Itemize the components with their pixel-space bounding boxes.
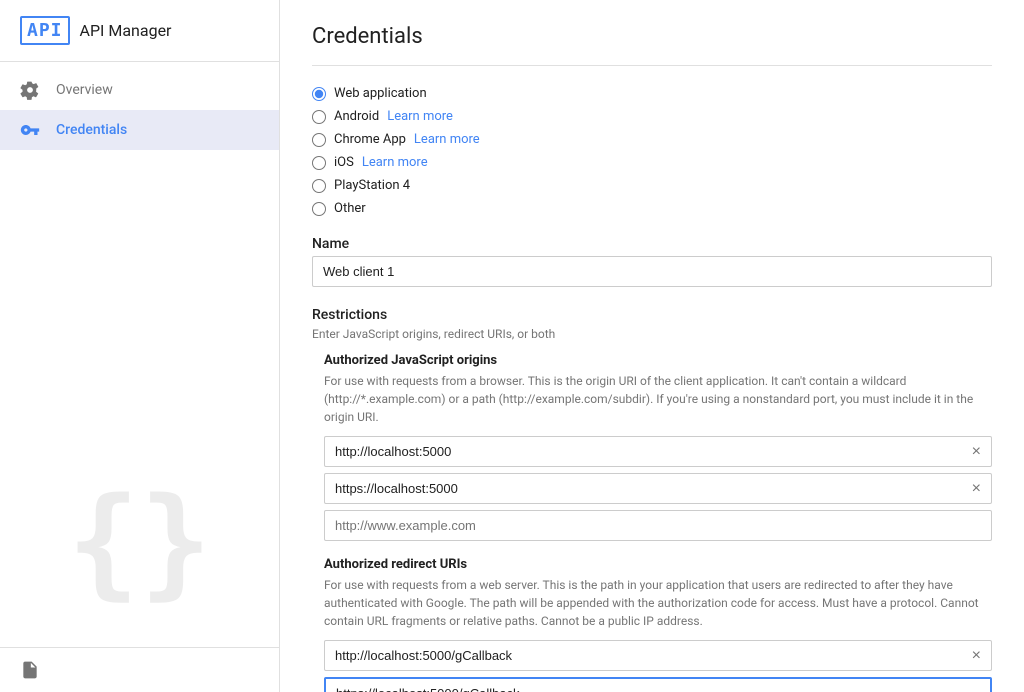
redirect-uri-active-input[interactable] xyxy=(326,679,990,692)
js-origins-subsection: Authorized JavaScript origins For use wi… xyxy=(312,353,992,541)
restrictions-label: Restrictions xyxy=(312,307,992,323)
js-origins-desc: For use with requests from a browser. Th… xyxy=(324,372,992,426)
js-origin-remove-1[interactable]: × xyxy=(962,477,991,501)
web-application-radio[interactable] xyxy=(312,87,326,101)
sidebar-item-overview[interactable]: Overview xyxy=(0,70,279,110)
sidebar-watermark: {} xyxy=(0,473,279,612)
settings-icon xyxy=(20,80,40,100)
other-label: Other xyxy=(334,201,366,216)
js-origin-remove-0[interactable]: × xyxy=(962,440,991,464)
redirect-uri-active-entry xyxy=(324,677,992,692)
js-origins-title: Authorized JavaScript origins xyxy=(324,353,992,368)
radio-android: Android Learn more xyxy=(312,109,992,124)
chrome-app-label: Chrome App xyxy=(334,132,406,147)
sidebar-header: API API Manager xyxy=(0,0,279,62)
radio-ios: iOS Learn more xyxy=(312,155,992,170)
document-icon xyxy=(20,660,259,680)
playstation4-radio[interactable] xyxy=(312,179,326,193)
other-radio[interactable] xyxy=(312,202,326,216)
js-origin-input-0[interactable] xyxy=(325,437,962,466)
chrome-app-learn-more[interactable]: Learn more xyxy=(414,132,480,147)
android-learn-more[interactable]: Learn more xyxy=(387,109,453,124)
name-section: Name xyxy=(312,236,992,307)
radio-other: Other xyxy=(312,201,992,216)
chrome-app-radio[interactable] xyxy=(312,133,326,147)
key-icon xyxy=(20,120,40,140)
radio-playstation4: PlayStation 4 xyxy=(312,178,992,193)
js-origin-new-input[interactable] xyxy=(324,510,992,541)
application-type-group: Web application Android Learn more Chrom… xyxy=(312,86,992,216)
credentials-label: Credentials xyxy=(56,122,127,138)
redirect-uri-entry-0: × xyxy=(324,640,992,671)
radio-web-application: Web application xyxy=(312,86,992,101)
ios-label: iOS xyxy=(334,155,354,170)
page-title: Credentials xyxy=(312,24,992,66)
sidebar-bottom xyxy=(0,647,279,692)
main-content: Credentials Web application Android Lear… xyxy=(280,0,1024,692)
playstation4-label: PlayStation 4 xyxy=(334,178,410,193)
android-label: Android xyxy=(334,109,379,124)
web-application-label: Web application xyxy=(334,86,427,101)
api-logo: API xyxy=(20,16,70,45)
ios-radio[interactable] xyxy=(312,156,326,170)
restrictions-section: Restrictions Enter JavaScript origins, r… xyxy=(312,307,992,692)
app-title: API Manager xyxy=(80,21,172,40)
name-label: Name xyxy=(312,236,992,252)
android-radio[interactable] xyxy=(312,110,326,124)
name-input[interactable] xyxy=(312,256,992,287)
sidebar: API API Manager {} Overview Credentials xyxy=(0,0,280,692)
redirect-uri-input-0[interactable] xyxy=(325,641,962,670)
js-origin-input-1[interactable] xyxy=(325,474,962,503)
js-origin-new xyxy=(324,510,992,541)
sidebar-item-credentials[interactable]: Credentials xyxy=(0,110,279,150)
radio-chrome-app: Chrome App Learn more xyxy=(312,132,992,147)
js-origin-entry-0: × xyxy=(324,436,992,467)
redirect-uris-title: Authorized redirect URIs xyxy=(324,557,992,572)
restrictions-hint: Enter JavaScript origins, redirect URIs,… xyxy=(312,327,992,341)
redirect-uris-subsection: Authorized redirect URIs For use with re… xyxy=(312,557,992,692)
js-origin-entry-1: × xyxy=(324,473,992,504)
overview-label: Overview xyxy=(56,82,113,98)
ios-learn-more[interactable]: Learn more xyxy=(362,155,428,170)
redirect-uris-desc: For use with requests from a web server.… xyxy=(324,576,992,630)
redirect-uri-remove-0[interactable]: × xyxy=(962,644,991,668)
